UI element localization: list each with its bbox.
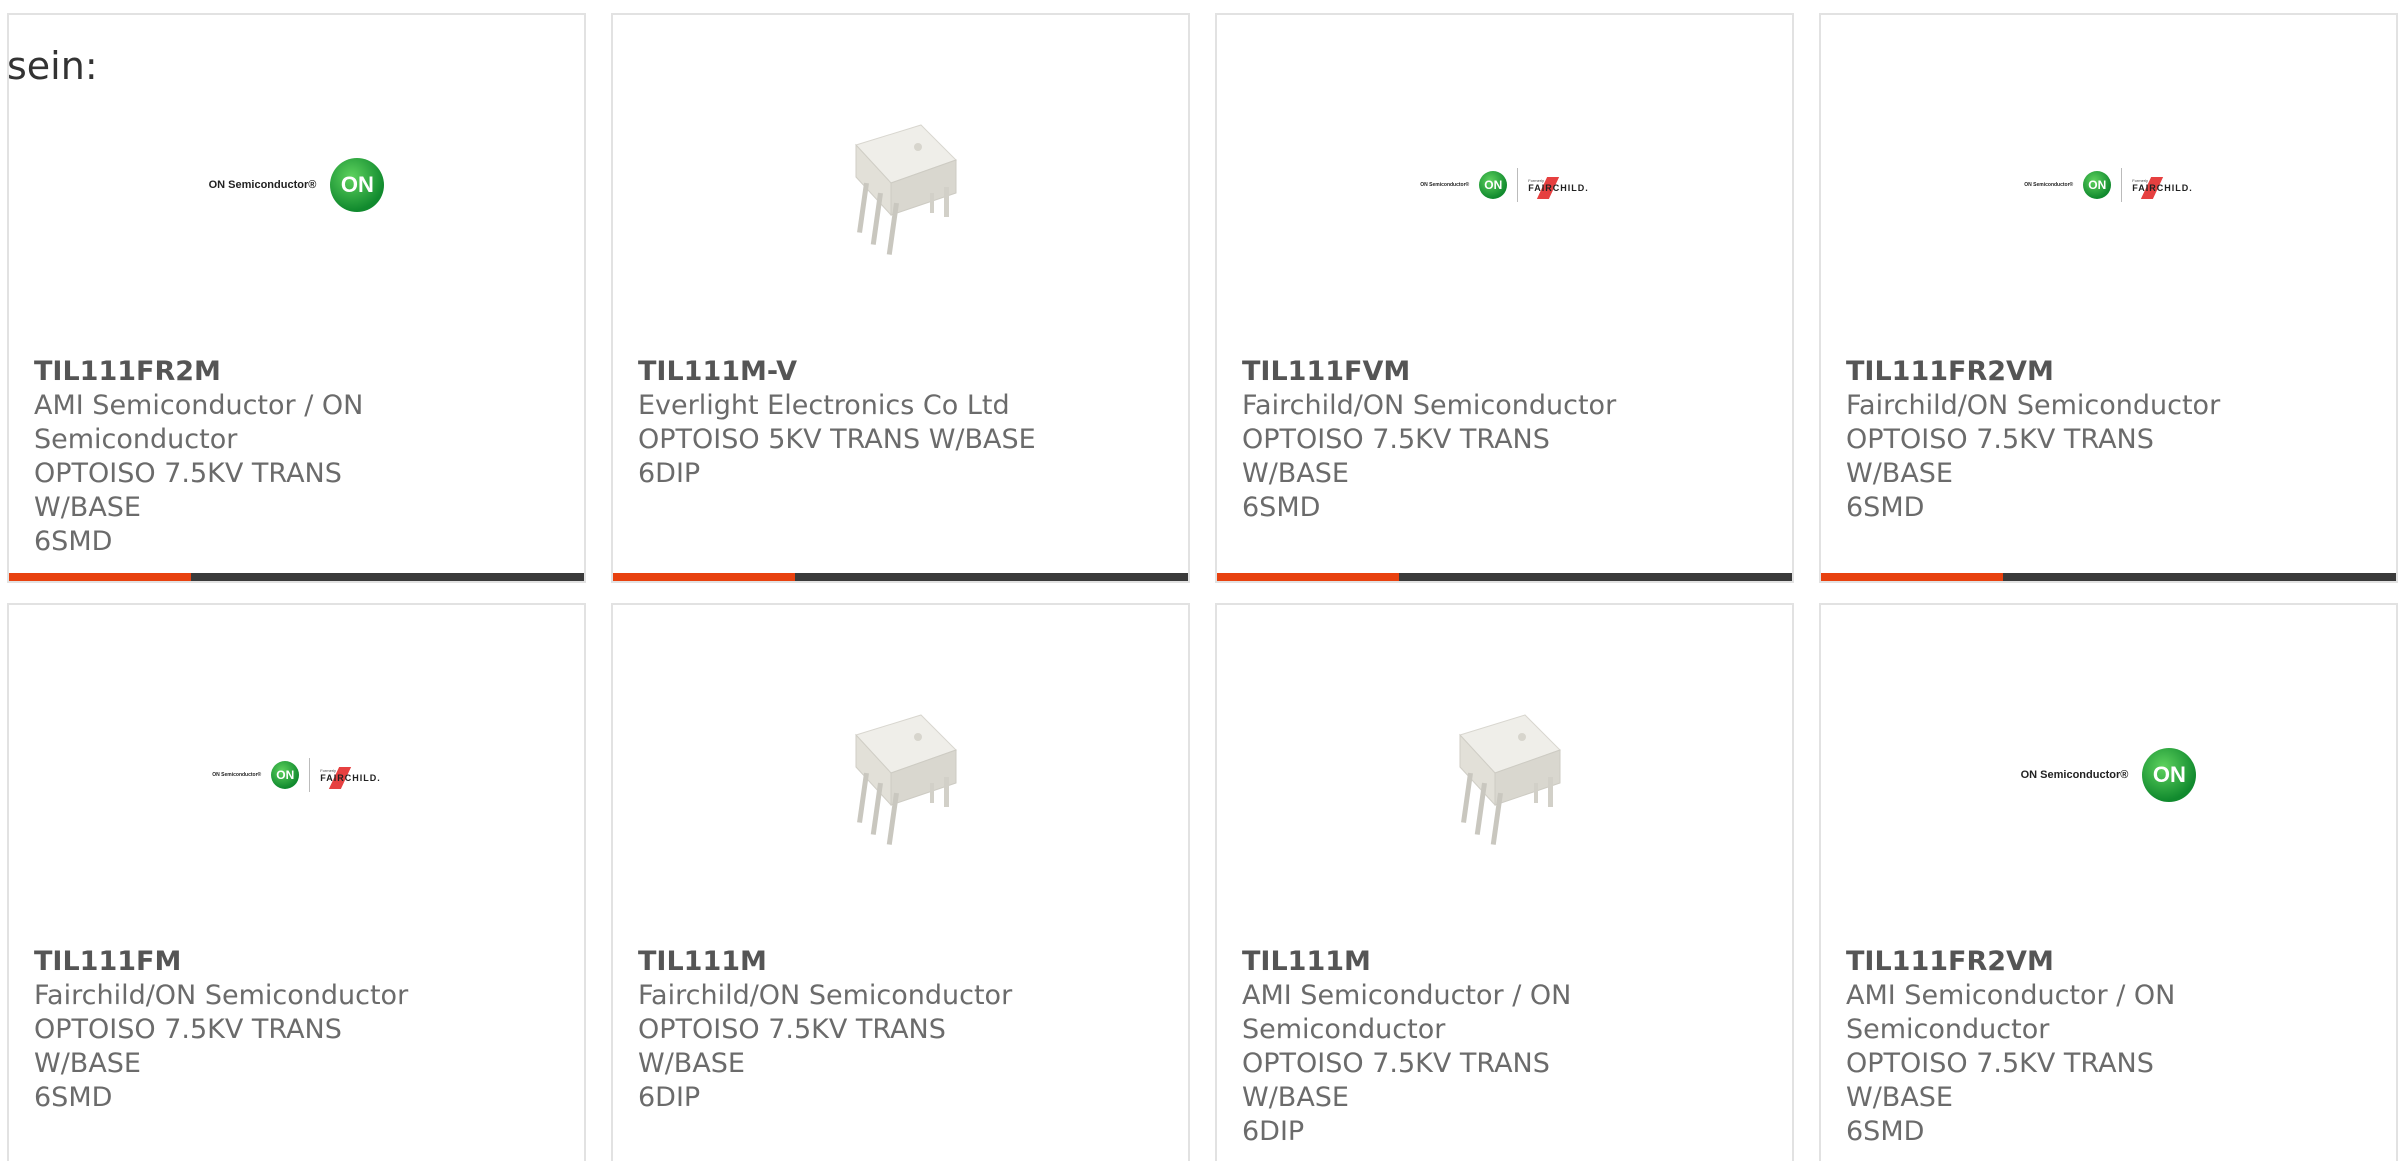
description: OPTOISO 7.5KV TRANS W/BASE — [34, 458, 342, 523]
product-info: TIL111FR2VM Fairchild/ON Semiconductor OPT… — [1846, 355, 2376, 525]
logo-divider — [1517, 168, 1519, 202]
part-number-link[interactable]: TIL111M — [638, 945, 1168, 979]
on-badge-icon: ON — [2142, 748, 2197, 802]
product-info: TIL111M-V Everlight Electronics Co Ltd OPT… — [638, 355, 1168, 491]
product-image[interactable] — [613, 685, 1188, 865]
description: OPTOISO 5KV TRANS W/BASE — [638, 424, 1036, 455]
part-number-link[interactable]: TIL111M — [1242, 945, 1772, 979]
on-wordmark: ON Semiconductor® — [1420, 182, 1470, 188]
on-fairchild-logo: ON Semiconductor® ON Formerly FAIRCHILD. — [212, 758, 380, 792]
product-info: TIL111FR2M AMI Semiconductor / ON Semicon… — [34, 355, 564, 559]
description: OPTOISO 7.5KV TRANS W/BASE — [1242, 424, 1550, 489]
card-footer-bar — [1217, 573, 1792, 581]
on-fairchild-logo: ON Semiconductor® ON Formerly FAIRCHILD. — [2024, 168, 2192, 202]
card-accent-bar — [9, 573, 191, 581]
on-fairchild-logo: ON Semiconductor® ON Formerly FAIRCHILD. — [1420, 168, 1588, 202]
description: OPTOISO 7.5KV TRANS W/BASE — [1846, 1048, 2154, 1113]
dip6-chip-icon — [854, 124, 957, 255]
fairchild-mark: Formerly FAIRCHILD. — [2132, 176, 2193, 199]
dip6-chip-icon — [854, 714, 957, 845]
manufacturer: Fairchild/ON Semiconductor — [1242, 390, 1617, 421]
on-badge-icon: ON — [1479, 171, 1508, 199]
package: 6SMD — [1846, 1116, 1925, 1147]
manufacturer: Everlight Electronics Co Ltd — [638, 390, 1010, 421]
product-image[interactable] — [613, 95, 1188, 275]
product-info: TIL111FM Fairchild/ON Semiconductor OPTOIS… — [34, 945, 564, 1115]
description: OPTOISO 7.5KV TRANS W/BASE — [34, 1014, 342, 1079]
on-badge-icon: ON — [330, 158, 385, 212]
product-grid-page: sein: ON Semiconductor® ON TIL111FR2M AMI S… — [0, 0, 2400, 1161]
on-semiconductor-logo: ON Semiconductor® ON — [2021, 748, 2197, 802]
product-image[interactable]: ON Semiconductor® ON Formerly FAIRCHILD. — [9, 685, 584, 865]
package: 6DIP — [638, 458, 701, 489]
part-number-link[interactable]: TIL111FM — [34, 945, 564, 979]
description: OPTOISO 7.5KV TRANS W/BASE — [638, 1014, 946, 1079]
product-image[interactable]: ON Semiconductor® ON Formerly FAIRCHILD. — [1217, 95, 1792, 275]
on-semiconductor-logo: ON Semiconductor® ON — [209, 158, 385, 212]
card-accent-bar — [1821, 573, 2003, 581]
product-card[interactable]: ON Semiconductor® ON TIL111FR2VM AMI Semico… — [1819, 603, 2398, 1161]
part-number-link[interactable]: TIL111M-V — [638, 355, 1168, 389]
card-footer-bar — [613, 573, 1188, 581]
on-badge-icon: ON — [271, 761, 300, 789]
fairchild-mark: Formerly FAIRCHILD. — [1528, 176, 1589, 199]
on-wordmark: ON Semiconductor® — [2020, 769, 2129, 781]
part-number-link[interactable]: TIL111FR2VM — [1846, 945, 2376, 979]
card-accent-bar — [613, 573, 795, 581]
part-number-link[interactable]: TIL111FR2VM — [1846, 355, 2376, 389]
fairchild-name: FAIRCHILD. — [2132, 182, 2193, 193]
product-card[interactable]: ON Semiconductor® ON Formerly FAIRCHILD. TIL… — [1215, 13, 1794, 583]
product-info: TIL111FR2VM AMI Semiconductor / ON Semico… — [1846, 945, 2376, 1149]
manufacturer: Fairchild/ON Semiconductor — [34, 980, 409, 1011]
manufacturer: AMI Semiconductor / ON Semiconductor — [1242, 980, 1572, 1045]
package: 6DIP — [638, 1082, 701, 1113]
logo-divider — [2121, 168, 2123, 202]
product-card[interactable]: ON Semiconductor® ON Formerly FAIRCHILD. TIL… — [1819, 13, 2398, 583]
product-card[interactable]: ON Semiconductor® ON TIL111FR2M AMI Semicon… — [7, 13, 586, 583]
card-footer-bar — [9, 573, 584, 581]
product-image[interactable]: ON Semiconductor® ON — [1821, 685, 2396, 865]
package: 6DIP — [1242, 1116, 1305, 1147]
package: 6SMD — [1242, 492, 1321, 523]
card-footer-bar — [1821, 573, 2396, 581]
manufacturer: Fairchild/ON Semiconductor — [638, 980, 1013, 1011]
product-card[interactable]: ON Semiconductor® ON Formerly FAIRCHILD. TIL… — [7, 603, 586, 1161]
product-info: TIL111M Fairchild/ON Semiconductor OPTOISO… — [638, 945, 1168, 1115]
product-card[interactable]: TIL111M AMI Semiconductor / ON Semiconduc… — [1215, 603, 1794, 1161]
product-info: TIL111M AMI Semiconductor / ON Semiconduc… — [1242, 945, 1772, 1149]
on-wordmark: ON Semiconductor® — [2024, 182, 2074, 188]
package: 6SMD — [34, 526, 113, 557]
intro-text: sein: — [7, 44, 98, 88]
on-badge-icon: ON — [2083, 171, 2112, 199]
product-image[interactable] — [1217, 685, 1792, 865]
fairchild-name: FAIRCHILD. — [1528, 182, 1589, 193]
fairchild-name: FAIRCHILD. — [320, 772, 381, 783]
manufacturer: AMI Semiconductor / ON Semiconductor — [1846, 980, 2176, 1045]
card-accent-bar — [1217, 573, 1399, 581]
logo-divider — [309, 758, 311, 792]
product-card[interactable]: TIL111M Fairchild/ON Semiconductor OPTOISO… — [611, 603, 1190, 1161]
package: 6SMD — [34, 1082, 113, 1113]
product-image[interactable]: ON Semiconductor® ON — [9, 95, 584, 275]
product-image[interactable]: ON Semiconductor® ON Formerly FAIRCHILD. — [1821, 95, 2396, 275]
description: OPTOISO 7.5KV TRANS W/BASE — [1846, 424, 2154, 489]
on-wordmark: ON Semiconductor® — [208, 179, 317, 191]
description: OPTOISO 7.5KV TRANS W/BASE — [1242, 1048, 1550, 1113]
manufacturer: Fairchild/ON Semiconductor — [1846, 390, 2221, 421]
product-card[interactable]: TIL111M-V Everlight Electronics Co Ltd OPT… — [611, 13, 1190, 583]
on-wordmark: ON Semiconductor® — [212, 772, 262, 778]
product-info: TIL111FVM Fairchild/ON Semiconductor OPTOI… — [1242, 355, 1772, 525]
part-number-link[interactable]: TIL111FVM — [1242, 355, 1772, 389]
package: 6SMD — [1846, 492, 1925, 523]
manufacturer: AMI Semiconductor / ON Semiconductor — [34, 390, 364, 455]
dip6-chip-icon — [1458, 714, 1561, 845]
fairchild-mark: Formerly FAIRCHILD. — [320, 766, 381, 789]
part-number-link[interactable]: TIL111FR2M — [34, 355, 564, 389]
